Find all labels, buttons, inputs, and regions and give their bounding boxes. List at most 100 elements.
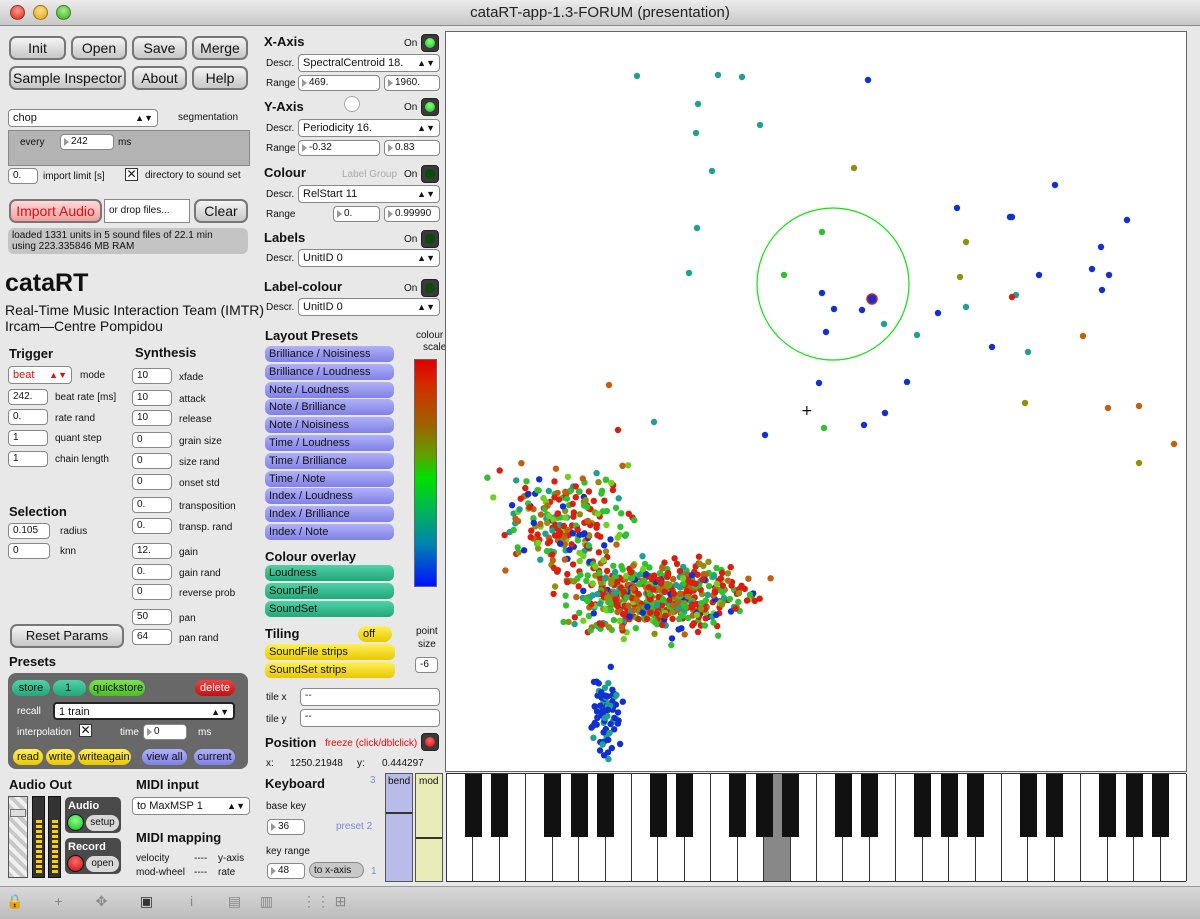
directory-checkbox[interactable]: ✕ — [125, 168, 138, 181]
layout-preset-button[interactable]: Note / Noisiness — [265, 417, 394, 434]
lock-icon[interactable]: 🔒 — [6, 893, 23, 910]
piano-black-key[interactable] — [649, 774, 667, 837]
pitch-bend-slider[interactable]: bend — [385, 773, 413, 882]
quant-step-number[interactable]: 1 — [8, 430, 48, 446]
synth-xfade-number[interactable]: 10 — [132, 368, 172, 384]
label-colour-toggle[interactable] — [421, 279, 439, 297]
every-number[interactable]: 242 — [60, 134, 114, 150]
grid-icon[interactable]: ⋮⋮ — [302, 893, 330, 910]
x-range-min[interactable]: 469. — [298, 75, 380, 91]
labels-descr-menu[interactable]: UnitID 0 ▲▼ — [298, 249, 440, 267]
interpolation-checkbox[interactable]: ✕ — [79, 724, 92, 737]
colour-descr-menu[interactable]: RelStart 11 ▲▼ — [298, 185, 440, 203]
soundfile-strips-button[interactable]: SoundFile strips — [265, 644, 395, 660]
audio-setup-button[interactable]: setup — [86, 815, 119, 831]
piano-black-key[interactable] — [491, 774, 509, 837]
layout-preset-button[interactable]: Brilliance / Loudness — [265, 363, 394, 380]
colour-toggle[interactable] — [421, 165, 439, 183]
delete-button[interactable]: delete — [195, 680, 235, 696]
layout-preset-button[interactable]: Note / Loudness — [265, 381, 394, 398]
audio-on-button[interactable] — [67, 814, 84, 831]
x-axis-toggle[interactable] — [421, 34, 439, 52]
piano-black-key[interactable] — [1019, 774, 1037, 837]
reset-params-button[interactable]: Reset Params — [10, 624, 124, 648]
view-all-button[interactable]: view all — [142, 749, 187, 765]
colour-range-min[interactable]: 0. — [333, 206, 380, 222]
front-icon[interactable]: ▤ — [226, 893, 243, 910]
piano-black-key[interactable] — [914, 774, 932, 837]
piano-black-key[interactable] — [729, 774, 747, 837]
presentation-icon[interactable]: ▣ — [138, 893, 155, 910]
knn-number[interactable]: 0 — [8, 543, 50, 559]
selection-circle[interactable] — [756, 207, 910, 361]
time-number[interactable]: 0 — [143, 724, 187, 740]
colour-overlay-button[interactable]: SoundFile — [265, 583, 394, 599]
save-button[interactable]: Save — [132, 36, 187, 60]
base-key-number[interactable]: 36 — [267, 819, 305, 835]
move-icon[interactable]: ✥ — [93, 893, 110, 910]
y-range-max[interactable]: 0.83 — [384, 140, 440, 156]
beat-rate-number[interactable]: 242. — [8, 389, 48, 405]
midi-device-menu[interactable]: to MaxMSP 1 ▲▼ — [132, 797, 250, 815]
record-button[interactable] — [67, 855, 84, 872]
clear-button[interactable]: Clear — [194, 199, 248, 223]
open-button[interactable]: Open — [71, 36, 127, 60]
synth-gain-rand-number[interactable]: 0. — [132, 564, 172, 580]
synth-pan-number[interactable]: 50 — [132, 609, 172, 625]
layout-preset-button[interactable]: Index / Brilliance — [265, 506, 394, 523]
current-button[interactable]: current — [194, 749, 235, 765]
piano-black-key[interactable] — [597, 774, 615, 837]
piano-black-key[interactable] — [1152, 774, 1170, 837]
segmentation-menu[interactable]: chop ▲▼ — [8, 109, 158, 127]
piano-black-key[interactable] — [782, 774, 800, 837]
read-button[interactable]: read — [13, 749, 43, 765]
layout-preset-button[interactable]: Time / Note — [265, 470, 394, 487]
layout-preset-button[interactable]: Time / Loudness — [265, 435, 394, 451]
tiling-off-button[interactable]: off — [358, 626, 392, 642]
snap-icon[interactable]: ⊞ — [332, 893, 349, 910]
piano-black-key[interactable] — [940, 774, 958, 837]
piano-keyboard[interactable] — [446, 773, 1187, 882]
mod-wheel-slider[interactable]: mod — [415, 773, 443, 882]
piano-black-key[interactable] — [544, 774, 562, 837]
colour-overlay-button[interactable]: SoundSet — [265, 601, 394, 617]
about-button[interactable]: About — [132, 66, 187, 90]
piano-black-key[interactable] — [755, 774, 773, 837]
import-audio-button[interactable]: Import Audio — [9, 199, 102, 223]
x-descr-menu[interactable]: SpectralCentroid 18. ▲▼ — [298, 54, 440, 72]
soundset-strips-button[interactable]: SoundSet strips — [265, 662, 395, 678]
synth-reverse-prob-number[interactable]: 0 — [132, 584, 172, 600]
synth-grain-size-number[interactable]: 0 — [132, 432, 172, 448]
synth-gain-number[interactable]: 12. — [132, 543, 172, 559]
layout-preset-button[interactable]: Time / Brilliance — [265, 452, 394, 469]
back-icon[interactable]: ▥ — [258, 893, 275, 910]
layout-preset-button[interactable]: Index / Loudness — [265, 488, 394, 505]
layout-preset-button[interactable]: Index / Note — [265, 524, 394, 540]
point-size-number[interactable]: -6 — [415, 657, 438, 673]
piano-black-key[interactable] — [834, 774, 852, 837]
info-icon[interactable]: i — [183, 893, 200, 910]
layout-preset-button[interactable]: Note / Brilliance — [265, 399, 394, 416]
writeagain-button[interactable]: writeagain — [78, 749, 131, 765]
labels-toggle[interactable] — [421, 230, 439, 248]
add-icon[interactable]: + — [50, 893, 67, 910]
colour-range-max[interactable]: 0.99990 — [384, 206, 440, 222]
synth-transp-rand-number[interactable]: 0. — [132, 518, 172, 534]
colour-overlay-button[interactable]: Loudness — [265, 565, 394, 581]
sample-inspector-button[interactable]: Sample Inspector — [9, 66, 126, 90]
store-button[interactable]: store — [12, 680, 50, 696]
piano-black-key[interactable] — [1125, 774, 1143, 837]
label-colour-descr-menu[interactable]: UnitID 0 ▲▼ — [298, 298, 440, 316]
slider-handle[interactable] — [10, 809, 26, 817]
synth-onset-std-number[interactable]: 0 — [132, 474, 172, 490]
key-range-number[interactable]: 48 — [267, 863, 305, 879]
preset-number[interactable]: 1 — [53, 680, 86, 696]
synth-attack-number[interactable]: 10 — [132, 390, 172, 406]
to-x-axis-button[interactable]: to x-axis — [309, 862, 364, 878]
piano-black-key[interactable] — [570, 774, 588, 837]
recall-menu[interactable]: 1 train ▲▼ — [53, 702, 235, 720]
record-open-button[interactable]: open — [86, 856, 119, 872]
merge-button[interactable]: Merge — [192, 36, 248, 60]
help-button[interactable]: Help — [192, 66, 248, 90]
piano-black-key[interactable] — [464, 774, 482, 837]
